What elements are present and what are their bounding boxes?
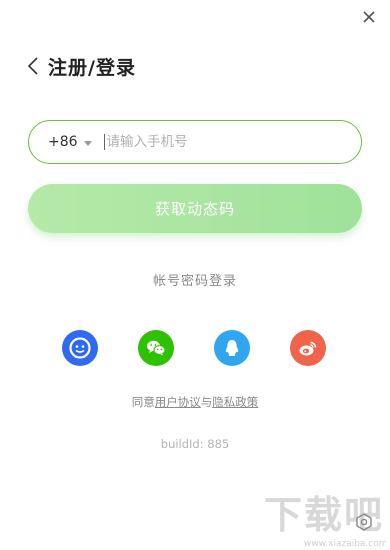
settings-button[interactable] [354, 512, 374, 532]
password-login-link[interactable]: 帐号密码登录 [0, 270, 390, 289]
agreement-text: 同意用户协议与隐私政策 [0, 394, 390, 410]
back-button[interactable] [26, 54, 44, 78]
agreement-prefix: 同意 [131, 395, 155, 409]
close-icon [363, 11, 375, 23]
text-cursor [103, 134, 105, 150]
wechat-icon [147, 340, 166, 356]
weibo-icon [299, 341, 317, 356]
user-agreement-link[interactable]: 用户协议 [155, 395, 201, 409]
build-id: buildId: 885 [160, 437, 230, 451]
caret-down-icon [83, 140, 92, 146]
qq-login-button[interactable] [214, 330, 250, 366]
settings-icon [356, 513, 372, 531]
header: 注册/登录 [26, 52, 136, 80]
close-button[interactable] [358, 6, 380, 28]
svg-text:www.xiazaiba.com: www.xiazaiba.com [304, 539, 386, 548]
phone-field: +86 [28, 120, 362, 164]
weibo-login-button[interactable] [290, 330, 326, 366]
agreement-and: 与 [200, 395, 213, 409]
country-code-selector[interactable]: +86 [48, 134, 92, 150]
chevron-left-icon [27, 57, 38, 75]
page-title: 注册/登录 [48, 56, 136, 79]
qq-icon [225, 340, 239, 357]
get-code-button[interactable]: 获取动态码 [28, 184, 362, 233]
circle-face-icon [69, 337, 91, 359]
social-login-1[interactable] [62, 330, 98, 366]
privacy-policy-link[interactable]: 隐私政策 [212, 395, 258, 409]
phone-input[interactable] [106, 127, 327, 157]
wechat-login-button[interactable] [138, 330, 174, 366]
country-code-label: +86 [48, 134, 78, 150]
social-login-row [0, 330, 390, 366]
